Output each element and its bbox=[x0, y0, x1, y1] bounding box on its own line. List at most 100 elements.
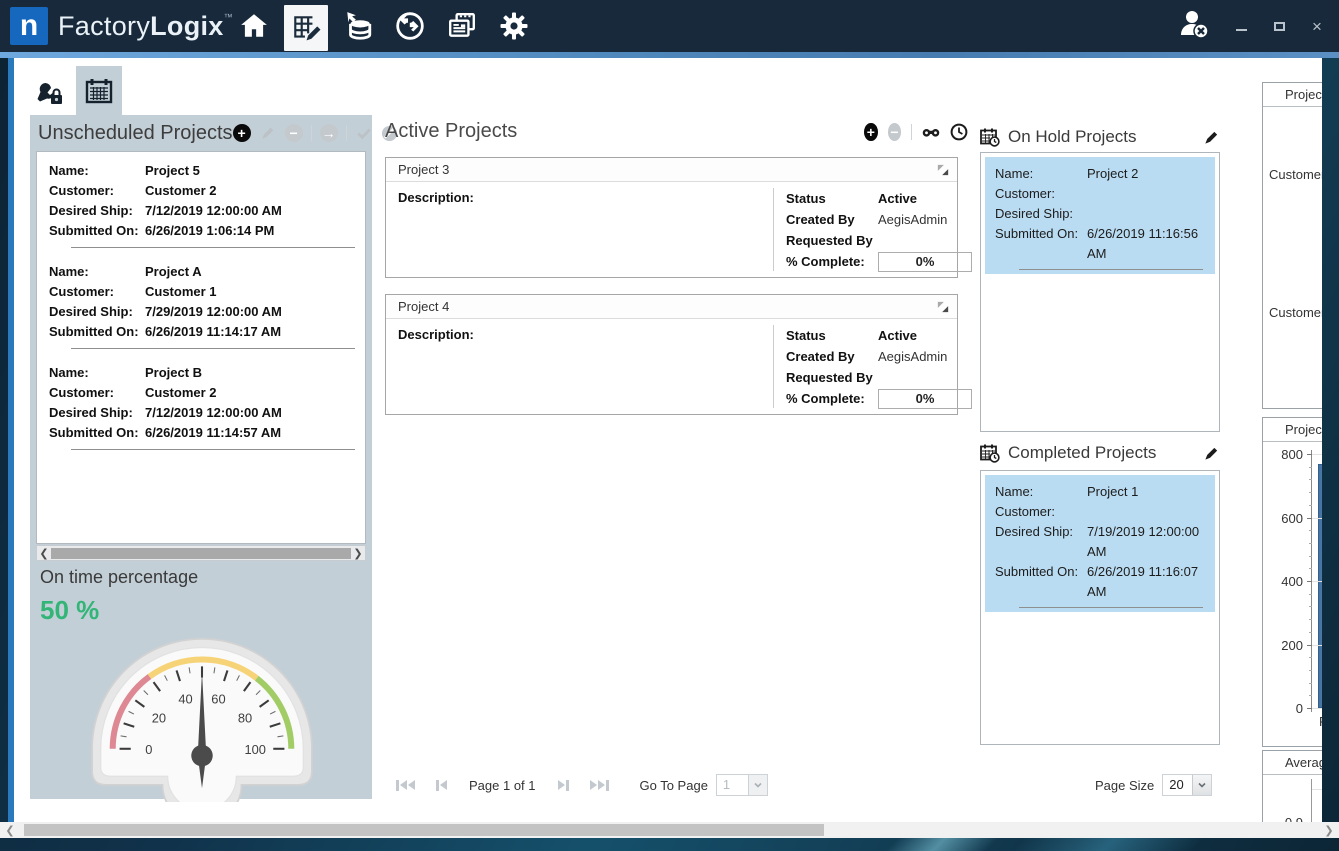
project-submitted-on: 6/26/2019 11:16:56 AM bbox=[1087, 224, 1207, 264]
status-value: Active bbox=[878, 328, 951, 343]
tab-schedule[interactable] bbox=[76, 66, 122, 116]
scroll-left-icon[interactable]: ❮ bbox=[37, 547, 51, 560]
projects-by-title: Projects B bbox=[1263, 83, 1322, 107]
reports-nav-button[interactable] bbox=[440, 0, 484, 52]
production-nav-button[interactable] bbox=[336, 0, 380, 52]
planning-nav-button[interactable] bbox=[284, 5, 328, 51]
gear-icon bbox=[499, 11, 529, 41]
chart-y-axis-label: 800 bbox=[1269, 447, 1303, 462]
on-hold-title: On Hold Projects bbox=[1008, 127, 1195, 147]
project-customer: Customer 1 bbox=[145, 282, 357, 302]
project-submitted-on: 6/26/2019 11:16:07 AM bbox=[1087, 562, 1207, 602]
active-project-card[interactable]: Project 3 Description: StatusActive Crea… bbox=[385, 157, 958, 278]
active-project-card[interactable]: Project 4 Description: StatusActive Crea… bbox=[385, 294, 958, 415]
requested-by-label: Requested By bbox=[786, 233, 878, 248]
project-desired-ship: 7/12/2019 12:00:00 AM bbox=[145, 201, 357, 221]
expand-card-button[interactable] bbox=[937, 301, 949, 313]
last-page-icon bbox=[606, 780, 609, 791]
unscheduled-projects-header: Unscheduled Projects + − → bbox=[30, 115, 372, 151]
first-page-button[interactable] bbox=[393, 775, 417, 795]
title-bar: n FactoryLogix™ bbox=[0, 0, 1339, 52]
list-item[interactable]: Name:Project A Customer:Customer 1 Desir… bbox=[37, 253, 365, 354]
last-page-button[interactable] bbox=[588, 775, 612, 795]
prev-page-button[interactable] bbox=[429, 775, 453, 795]
find-project-button[interactable] bbox=[922, 123, 940, 141]
remove-active-project-button[interactable]: − bbox=[888, 123, 902, 141]
unscheduled-projects-list[interactable]: Name:Project 5 Customer:Customer 2 Desir… bbox=[36, 151, 366, 544]
scroll-right-icon[interactable]: ❯ bbox=[1321, 824, 1337, 837]
pct-complete-field[interactable]: 0% bbox=[878, 252, 972, 272]
remove-project-button[interactable]: − bbox=[285, 124, 303, 142]
minimize-button[interactable] bbox=[1233, 18, 1249, 34]
chart-minor-tick bbox=[1309, 530, 1312, 531]
maximize-button[interactable] bbox=[1271, 18, 1287, 34]
chart-y-axis-label: 400 bbox=[1269, 574, 1303, 589]
chart-minor-tick bbox=[1309, 683, 1312, 684]
scroll-left-icon[interactable]: ❮ bbox=[2, 824, 18, 837]
history-button[interactable] bbox=[950, 123, 968, 141]
close-button[interactable]: × bbox=[1309, 18, 1325, 34]
projects-by-panel: Projects B Customer 1 Customer 2 bbox=[1262, 82, 1322, 409]
unscheduled-hscrollbar[interactable]: ❮ ❯ bbox=[36, 545, 366, 561]
project-submitted-on: 6/26/2019 1:06:14 PM bbox=[145, 221, 357, 241]
accept-project-button[interactable] bbox=[355, 124, 373, 142]
created-by-value: AegisAdmin bbox=[878, 212, 951, 227]
edit-project-button[interactable] bbox=[259, 124, 277, 142]
gauge-scale-label: 100 bbox=[244, 742, 265, 757]
page-hscrollbar[interactable]: ❮ ❯ bbox=[0, 822, 1339, 838]
card-info: StatusActive Created ByAegisAdmin Reques… bbox=[786, 188, 951, 272]
home-nav-button[interactable] bbox=[232, 0, 276, 52]
add-project-button[interactable]: + bbox=[233, 124, 251, 142]
card-header[interactable]: Project 3 bbox=[386, 158, 957, 182]
description-label: Description: bbox=[398, 327, 474, 342]
list-item[interactable]: Name:Project 5 Customer:Customer 2 Desir… bbox=[37, 152, 365, 253]
on-hold-list[interactable]: Name:Project 2 Customer: Desired Ship: S… bbox=[980, 152, 1220, 432]
next-page-icon bbox=[558, 780, 565, 790]
goto-page-dropdown[interactable] bbox=[748, 775, 767, 795]
gauge-scale-label: 40 bbox=[178, 691, 192, 706]
edit-completed-button[interactable] bbox=[1203, 445, 1220, 462]
binoculars-icon bbox=[922, 125, 940, 139]
card-title: Project 3 bbox=[398, 162, 449, 177]
list-item-selected[interactable]: Name:Project 2 Customer: Desired Ship: S… bbox=[985, 157, 1215, 274]
database-arrow-icon bbox=[343, 11, 373, 41]
unscheduled-projects-panel: Unscheduled Projects + − → Name bbox=[30, 115, 372, 799]
check-icon bbox=[356, 125, 372, 141]
field-label: Name: bbox=[49, 161, 145, 181]
page-size-combo[interactable]: 20 bbox=[1162, 774, 1212, 796]
completed-header: Completed Projects bbox=[980, 440, 1220, 466]
card-header[interactable]: Project 4 bbox=[386, 295, 957, 319]
completed-list[interactable]: Name:Project 1 Customer: Desired Ship:7/… bbox=[980, 470, 1220, 745]
main-nav bbox=[232, 0, 536, 52]
settings-nav-button[interactable] bbox=[492, 0, 536, 52]
gauge-scale-label: 60 bbox=[211, 691, 225, 706]
scroll-thumb[interactable] bbox=[24, 824, 824, 836]
page-size-dropdown[interactable] bbox=[1192, 775, 1211, 795]
schedule-project-button[interactable]: → bbox=[320, 124, 338, 142]
logout-user-button[interactable] bbox=[1177, 7, 1211, 46]
tab-tools[interactable] bbox=[30, 74, 70, 114]
brand-factory: Factory bbox=[58, 11, 150, 42]
field-label: Submitted On: bbox=[49, 423, 145, 443]
edit-on-hold-button[interactable] bbox=[1203, 129, 1220, 146]
pct-complete-field[interactable]: 0% bbox=[878, 389, 972, 409]
goto-page-combo[interactable]: 1 bbox=[716, 774, 768, 796]
scroll-thumb[interactable] bbox=[51, 548, 351, 559]
expand-card-button[interactable] bbox=[937, 164, 949, 176]
plus-icon: + bbox=[237, 126, 245, 140]
chart-minor-tick bbox=[1309, 556, 1312, 557]
item-divider bbox=[71, 348, 355, 349]
description-label: Description: bbox=[398, 190, 474, 205]
next-page-button[interactable] bbox=[552, 775, 576, 795]
add-active-project-button[interactable]: + bbox=[864, 123, 878, 141]
chart-gridline bbox=[1312, 454, 1322, 455]
transfer-nav-button[interactable] bbox=[388, 0, 432, 52]
status-value: Active bbox=[878, 191, 951, 206]
chart-y-axis-label: 0.9 bbox=[1269, 815, 1303, 822]
field-label: Customer: bbox=[995, 502, 1087, 522]
maximize-icon bbox=[1274, 22, 1285, 31]
field-label: Desired Ship: bbox=[995, 522, 1087, 562]
scroll-right-icon[interactable]: ❯ bbox=[351, 547, 365, 560]
list-item[interactable]: Name:Project B Customer:Customer 2 Desir… bbox=[37, 354, 365, 455]
list-item-selected[interactable]: Name:Project 1 Customer: Desired Ship:7/… bbox=[985, 475, 1215, 612]
